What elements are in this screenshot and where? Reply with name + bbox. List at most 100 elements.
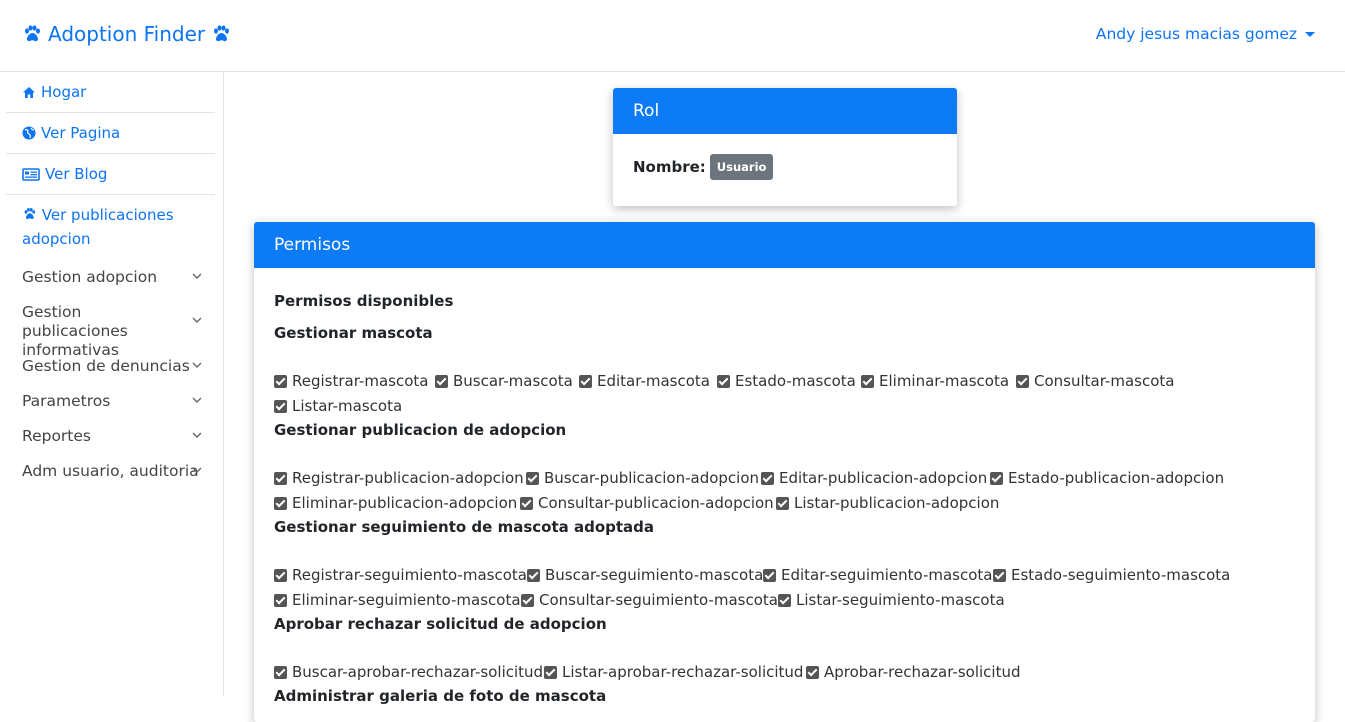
checkbox-checked-icon [993,568,1006,582]
permission-checkbox[interactable]: Buscar-seguimiento-mascota [527,566,763,584]
permission-label: Registrar-publicacion-adopcion [292,469,524,487]
user-dropdown[interactable]: Andy jesus macias gomez [1096,25,1315,43]
globe-icon [22,126,36,140]
checkbox-checked-icon [776,496,789,510]
permission-checkbox[interactable]: Buscar-aprobar-rechazar-solicitud [274,663,543,681]
permission-label: Listar-aprobar-rechazar-solicitud [562,663,804,681]
checkbox-checked-icon [527,568,540,582]
chevron-down-icon [192,362,202,368]
permission-label: Buscar-mascota [453,372,573,390]
permission-checkbox[interactable]: Eliminar-publicacion-adopcion [274,494,517,512]
permission-label: Editar-seguimiento-mascota [781,566,993,584]
permission-checkbox[interactable]: Estado-publicacion-adopcion [990,469,1224,487]
permission-label: Consultar-mascota [1034,372,1175,390]
permisos-subtitle: Permisos disponibles [274,292,454,310]
sidebar-link-ver-blog[interactable]: Ver Blog [6,154,215,195]
permission-checkbox[interactable]: Buscar-publicacion-adopcion [526,469,759,487]
checkbox-checked-icon [861,374,874,388]
sidebar-link-ver-pagina[interactable]: Ver Pagina [6,113,215,154]
checkbox-checked-icon [274,496,287,510]
checkbox-checked-icon [778,593,791,607]
sidebar-menu-gestion-publicaciones[interactable]: Gestion publicaciones informativas [22,303,202,360]
permission-checkbox[interactable]: Editar-mascota [579,372,710,390]
checkbox-checked-icon [1016,374,1029,388]
permission-checkbox[interactable]: Listar-mascota [274,397,402,415]
chevron-down-icon [192,397,202,403]
checkbox-checked-icon [579,374,592,388]
rol-name-label: Nombre: [633,158,706,176]
checkbox-checked-icon [806,665,819,679]
permission-label: Buscar-seguimiento-mascota [545,566,764,584]
permission-checkbox[interactable]: Listar-seguimiento-mascota [778,591,1005,609]
chevron-down-icon [192,467,202,473]
sidebar-link-label: Ver publicaciones adopcion [22,206,174,248]
sidebar-link-ver-publicaciones[interactable]: Ver publicaciones adopcion [6,203,215,259]
sidebar-link-label: Hogar [41,83,87,101]
permission-label: Estado-seguimiento-mascota [1011,566,1231,584]
sidebar-link-label: Ver Blog [45,165,108,183]
sidebar-menu-adm-usuario[interactable]: Adm usuario, auditoria [22,462,202,480]
checkbox-checked-icon [274,593,287,607]
permission-checkbox[interactable]: Estado-seguimiento-mascota [993,566,1230,584]
rol-card-body: Nombre: Usuario [613,134,957,200]
permission-checkbox[interactable]: Eliminar-seguimiento-mascota [274,591,521,609]
permission-checkbox[interactable]: Registrar-publicacion-adopcion [274,469,524,487]
sidebar-menu-reportes[interactable]: Reportes [22,427,202,445]
permission-label: Aprobar-rechazar-solicitud [824,663,1021,681]
chevron-down-icon [192,273,202,279]
newspaper-icon [22,167,40,181]
chevron-down-icon [192,317,202,323]
permission-checkbox[interactable]: Listar-publicacion-adopcion [776,494,999,512]
permission-label: Eliminar-seguimiento-mascota [292,591,521,609]
home-icon [23,86,35,98]
sidebar-menu-gestion-adopcion[interactable]: Gestion adopcion [22,268,202,286]
permission-checkbox[interactable]: Buscar-mascota [435,372,573,390]
checkbox-checked-icon [274,568,287,582]
permisos-card: Permisos Permisos disponibles Gestionar … [254,222,1315,722]
permission-checkbox[interactable]: Consultar-publicacion-adopcion [520,494,774,512]
permission-checkbox[interactable]: Aprobar-rechazar-solicitud [806,663,1020,681]
permisos-card-header: Permisos [254,222,1315,268]
permission-checkbox[interactable]: Editar-seguimiento-mascota [763,566,992,584]
permission-checkbox[interactable]: Registrar-mascota [274,372,428,390]
permission-checkbox[interactable]: Listar-aprobar-rechazar-solicitud [544,663,803,681]
permission-checkbox[interactable]: Eliminar-mascota [861,372,1009,390]
section-title: Aprobar rechazar solicitud de adopcion [274,615,607,633]
permission-label: Estado-publicacion-adopcion [1008,469,1225,487]
section-title: Gestionar mascota [274,324,433,342]
sidebar-menu-parametros[interactable]: Parametros [22,392,202,410]
checkbox-checked-icon [274,399,287,413]
checkbox-checked-icon [274,471,287,485]
permission-checkbox[interactable]: Estado-mascota [717,372,856,390]
permission-checkbox[interactable]: Consultar-mascota [1016,372,1174,390]
checkbox-checked-icon [274,374,287,388]
rol-name-badge: Usuario [709,154,774,180]
permission-label: Listar-seguimiento-mascota [796,591,1005,609]
permission-label: Registrar-seguimiento-mascota [292,566,527,584]
sidebar-menu-gestion-denuncias[interactable]: Gestion de denuncias [22,357,202,375]
permission-label: Consultar-publicacion-adopcion [538,494,774,512]
permission-label: Registrar-mascota [292,372,429,390]
permission-label: Buscar-aprobar-rechazar-solicitud [292,663,544,681]
checkbox-checked-icon [521,593,534,607]
sidebar-link-hogar[interactable]: Hogar [6,72,215,113]
permission-label: Eliminar-publicacion-adopcion [292,494,518,512]
brand-link[interactable]: Adoption Finder [22,22,231,46]
rol-card-header: Rol [613,88,957,134]
paw-icon [214,25,230,42]
sidebar-menu-label: Parametros [22,392,111,410]
sidebar-menu-label: Gestion de denuncias [22,357,190,375]
sidebar-menu-label: Gestion publicaciones informativas [22,303,128,359]
sidebar-menu-label: Adm usuario, auditoria [22,462,199,480]
checkbox-checked-icon [520,496,533,510]
permission-label: Eliminar-mascota [879,372,1010,390]
permission-checkbox[interactable]: Editar-publicacion-adopcion [761,469,987,487]
checkbox-checked-icon [274,665,287,679]
checkbox-checked-icon [763,568,776,582]
permission-label: Listar-mascota [292,397,403,415]
permission-checkbox[interactable]: Consultar-seguimiento-mascota [521,591,778,609]
permission-checkbox[interactable]: Registrar-seguimiento-mascota [274,566,527,584]
permission-label: Estado-mascota [735,372,856,390]
section-title: Administrar galeria de foto de mascota [274,687,607,705]
user-name: Andy jesus macias gomez [1095,25,1297,43]
